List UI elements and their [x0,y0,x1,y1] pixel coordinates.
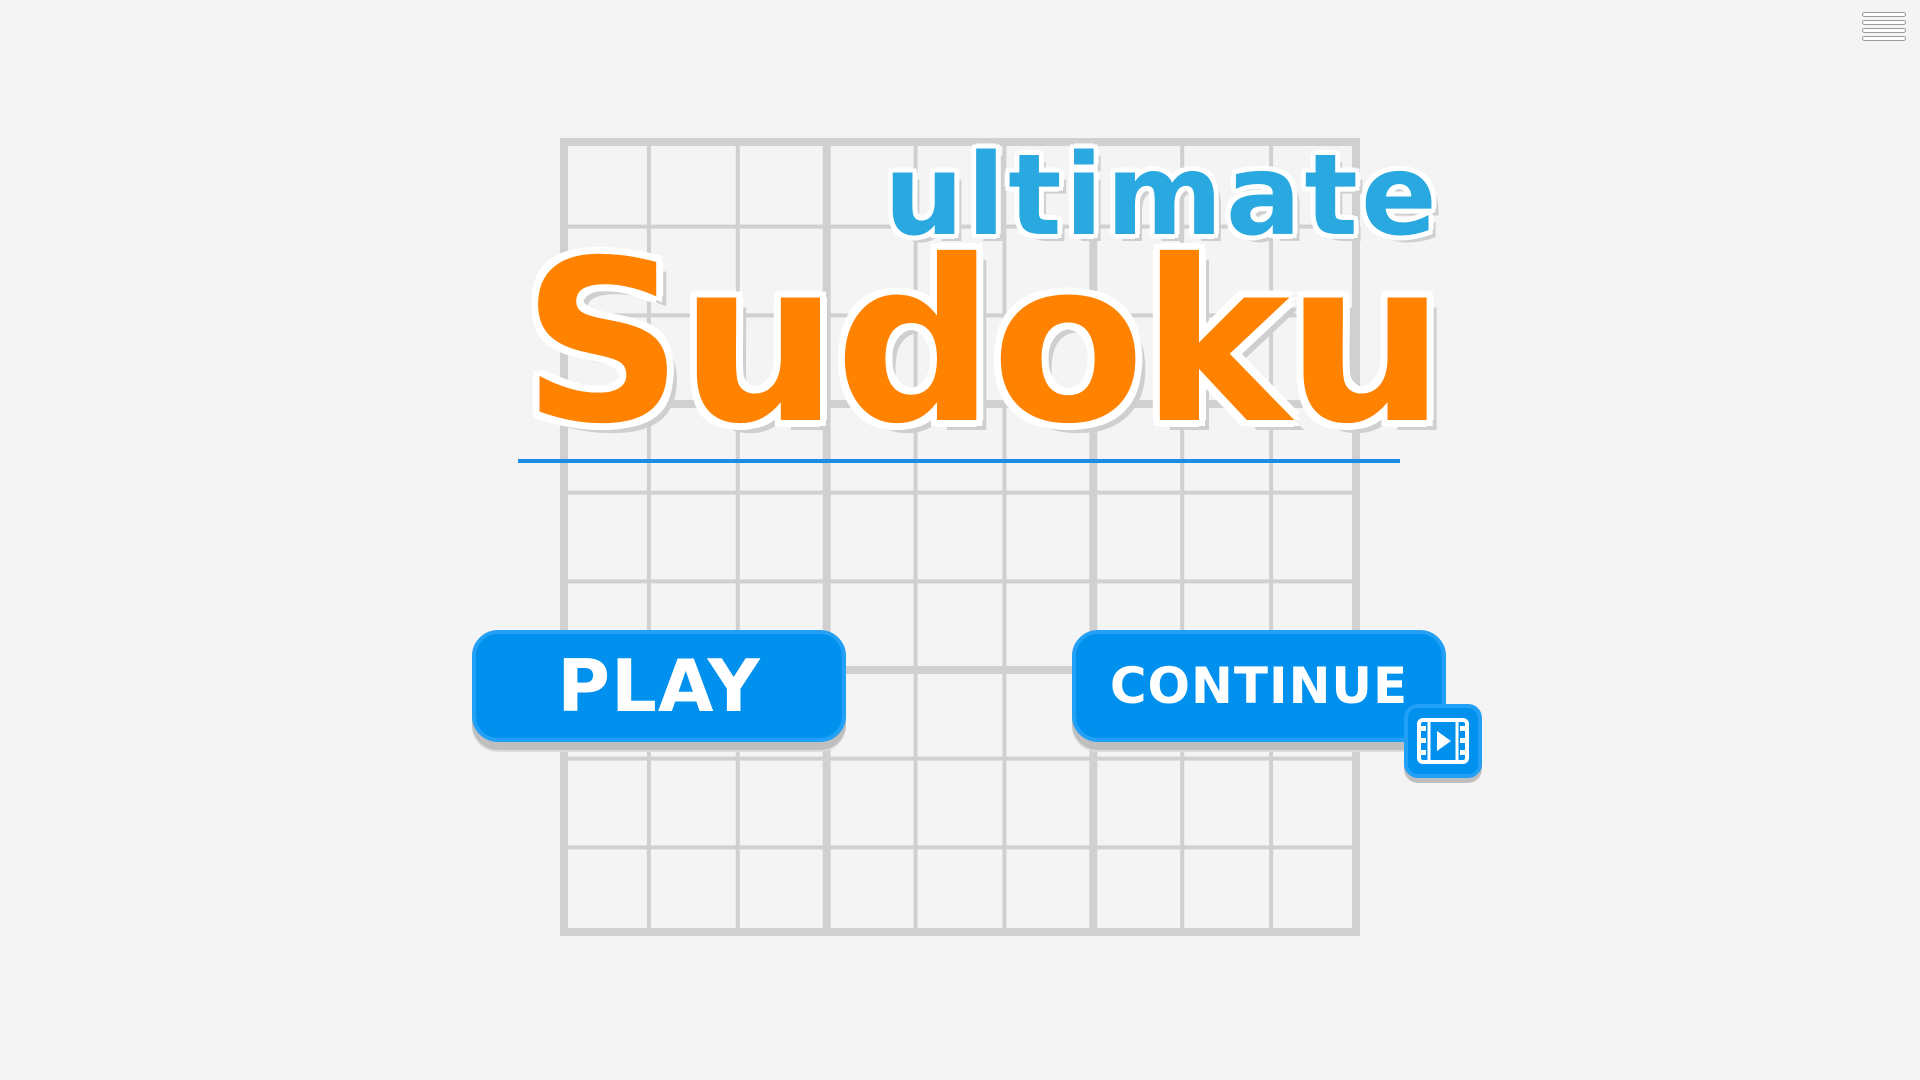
menu-bar [1862,20,1906,25]
menu-bar [1862,12,1906,17]
menu-bar [1862,36,1906,41]
continue-button[interactable]: CONTINUE [1072,630,1446,742]
film-play-icon-graphic [1417,718,1469,764]
title-sudoku: Sudoku [522,212,1445,473]
play-button[interactable]: PLAY [472,630,846,742]
film-play-icon[interactable] [1404,704,1482,778]
main-menu-screen: ultimate Sudoku PLAY CONTINUE [0,0,1920,1080]
title-underline [518,459,1400,463]
menu-bar [1862,28,1906,33]
hamburger-menu-icon[interactable] [1862,12,1906,42]
